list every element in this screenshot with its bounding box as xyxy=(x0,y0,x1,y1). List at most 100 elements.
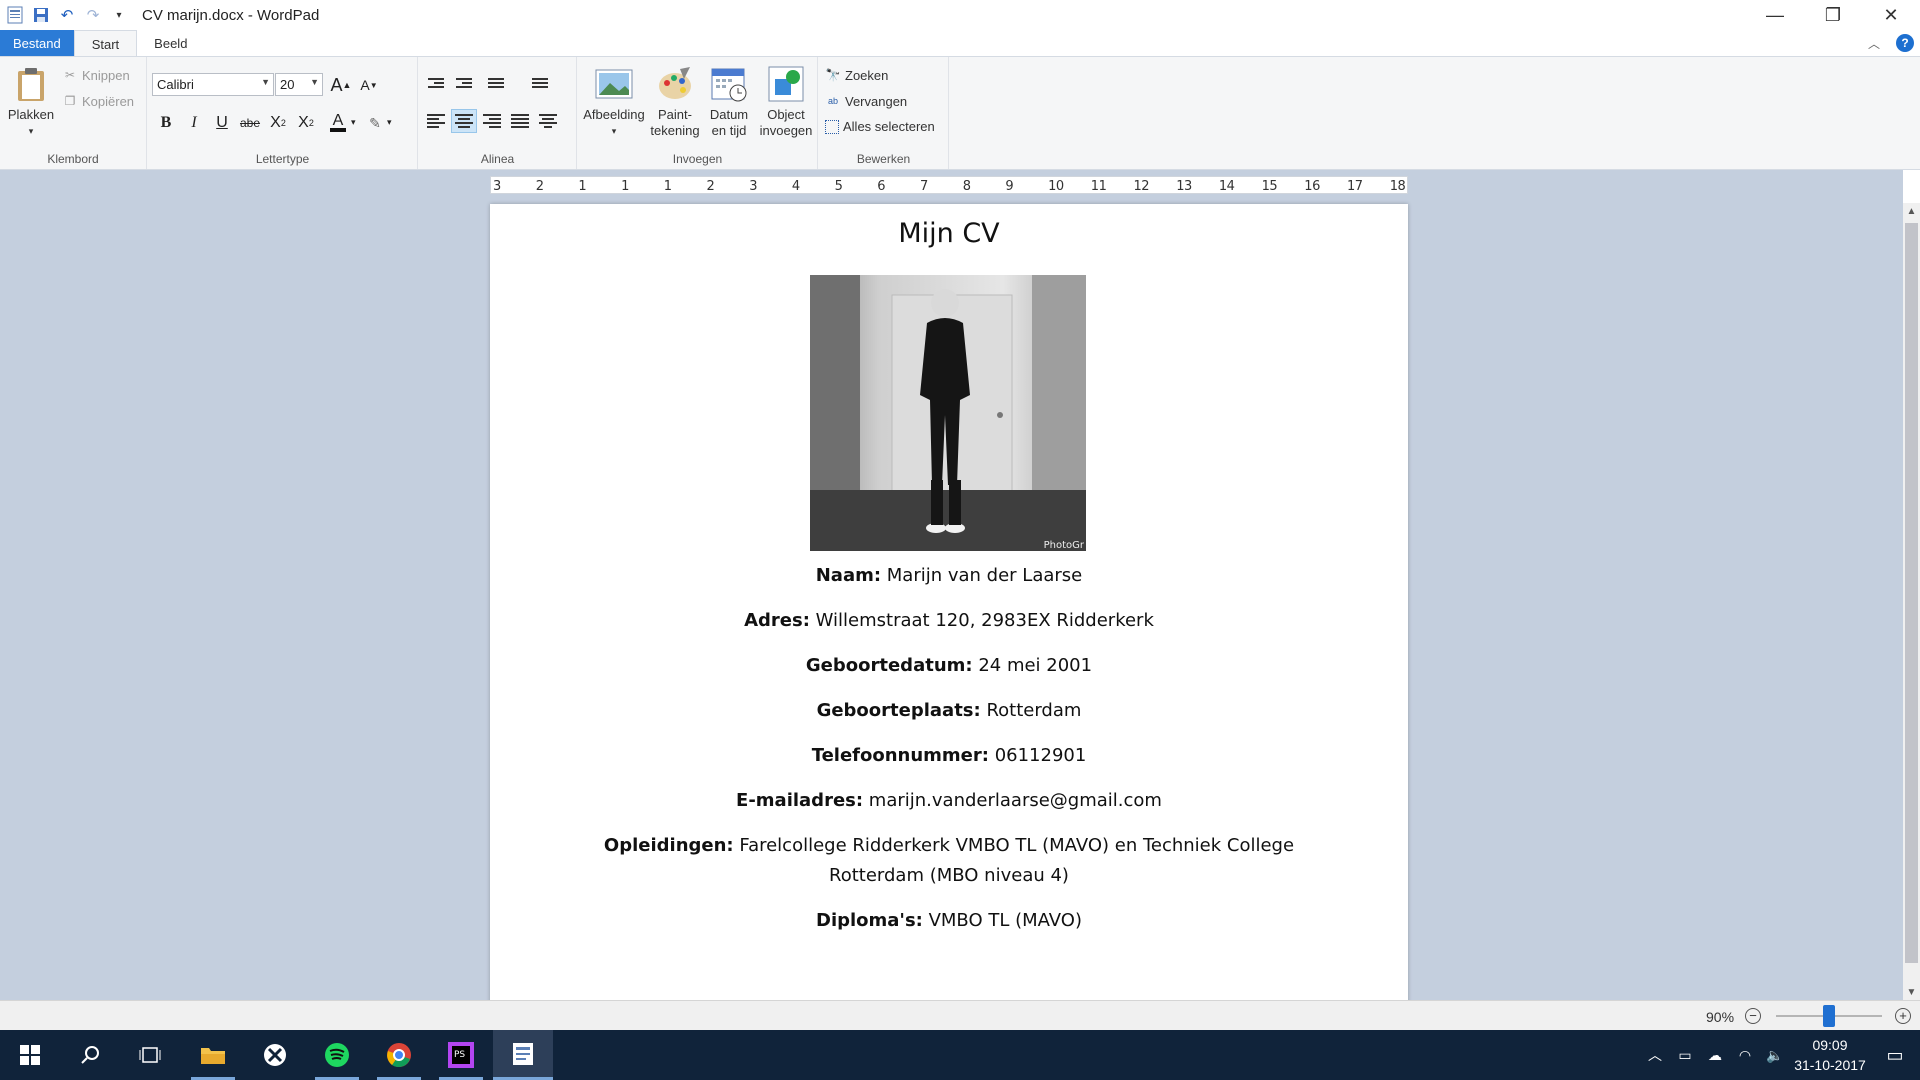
volume-icon[interactable]: 🔈 xyxy=(1760,1047,1790,1064)
increase-indent-icon[interactable] xyxy=(451,71,477,95)
ruler-tick-label: 12 xyxy=(1133,179,1150,194)
scrollbar-thumb[interactable] xyxy=(1905,223,1918,963)
task-view-button[interactable] xyxy=(120,1030,180,1080)
paste-dropdown-icon[interactable]: ▾ xyxy=(29,123,34,139)
select-all-button[interactable]: Alles selecteren xyxy=(825,119,935,134)
copy-button[interactable]: ❐ Kopiëren xyxy=(62,93,134,109)
chevron-up-icon[interactable]: ︿ xyxy=(1640,1045,1670,1065)
font-color-dropdown-icon[interactable]: ▾ xyxy=(351,117,356,128)
ruler-tick-label: 18 xyxy=(1389,179,1406,194)
font-color-icon[interactable]: A xyxy=(325,111,351,135)
ruler-tick-label: 15 xyxy=(1261,179,1278,194)
chevron-down-icon: ▼ xyxy=(310,77,319,87)
paint-drawing-button[interactable]: Paint- tekening xyxy=(648,65,702,139)
chrome-icon xyxy=(387,1043,411,1068)
status-bar: 90% − + xyxy=(0,1000,1920,1030)
minimize-ribbon-icon[interactable]: ︿ xyxy=(1868,35,1880,52)
field-email: E-mailadres: marijn.vanderlaarse@gmail.c… xyxy=(550,786,1348,816)
close-button[interactable]: ✕ xyxy=(1862,0,1920,30)
minimize-button[interactable]: — xyxy=(1746,0,1804,30)
tab-beeld[interactable]: Beeld xyxy=(137,30,204,57)
italic-icon[interactable]: I xyxy=(181,111,207,135)
search-button[interactable] xyxy=(60,1030,120,1080)
ruler-tick-label: 3 xyxy=(493,179,501,194)
underline-icon[interactable]: U xyxy=(209,111,235,135)
tab-start[interactable]: Start xyxy=(73,30,138,57)
subscript-icon[interactable]: X2 xyxy=(265,111,291,135)
phpstorm-button[interactable]: PS xyxy=(431,1030,491,1080)
system-tray: ︿ ▭ ☁ ◠ 🔈 09:09 31-10-2017 ▭ xyxy=(1640,1030,1920,1080)
decrease-indent-icon[interactable] xyxy=(423,71,449,95)
justify-icon[interactable] xyxy=(507,109,533,133)
chevron-down-icon: ▼ xyxy=(261,77,270,87)
start-button[interactable] xyxy=(0,1030,60,1080)
cloud-icon[interactable]: ☁ xyxy=(1700,1047,1730,1064)
align-right-icon[interactable] xyxy=(479,109,505,133)
field-value-continued: Rotterdam (MBO niveau 4) xyxy=(829,865,1069,886)
document-workspace[interactable]: 3 2 1 1 1 2 3 4 5 6 7 8 9 10 11 12 13 14 15 16 17 18 Mijn CV xyxy=(0,170,1903,1004)
field-label: Naam: xyxy=(815,565,882,586)
insert-object-button[interactable]: Object invoegen xyxy=(756,65,816,139)
paint-label-2: tekening xyxy=(650,123,700,138)
find-button[interactable]: 🔭 Zoeken xyxy=(825,67,889,83)
highlight-icon[interactable]: ✎ xyxy=(362,111,388,135)
group-paragraph: Alinea xyxy=(419,57,577,169)
superscript-icon[interactable]: X2 xyxy=(293,111,319,135)
battery-icon[interactable]: ▭ xyxy=(1670,1047,1700,1064)
wifi-icon[interactable]: ◠ xyxy=(1730,1047,1760,1064)
xbox-button[interactable] xyxy=(245,1030,305,1080)
wordpad-taskbar-button[interactable] xyxy=(493,1030,553,1080)
taskbar: PS ︿ ▭ ☁ ◠ 🔈 09:09 31-10-2017 ▭ xyxy=(0,1030,1920,1080)
zoom-out-icon[interactable]: − xyxy=(1745,1008,1761,1024)
undo-icon[interactable]: ↶ xyxy=(54,2,80,28)
notification-icon[interactable]: ▭ xyxy=(1870,1045,1920,1066)
cut-button[interactable]: ✂ Knippen xyxy=(62,67,130,83)
ruler-tick-label: 17 xyxy=(1347,179,1363,194)
grow-font-icon[interactable]: A ▲ xyxy=(328,73,354,97)
font-size-select[interactable]: 20 ▼ xyxy=(275,73,323,96)
shrink-font-icon[interactable]: A ▼ xyxy=(356,73,382,97)
redo-icon[interactable]: ↷ xyxy=(80,2,106,28)
document-page[interactable]: Mijn CV PhotoGr Naam: Marijn van der Laa… xyxy=(490,204,1408,1004)
strikethrough-icon[interactable]: abe xyxy=(237,111,263,135)
save-icon[interactable] xyxy=(28,2,54,28)
scroll-down-icon[interactable]: ▼ xyxy=(1903,984,1920,1001)
replace-button[interactable]: ab Vervangen xyxy=(825,93,907,109)
date-time-button[interactable]: Datum en tijd xyxy=(702,65,756,139)
ruler-tick-label: 7 xyxy=(920,179,928,194)
help-icon[interactable]: ? xyxy=(1896,34,1914,52)
clock[interactable]: 09:09 31-10-2017 xyxy=(1790,1035,1870,1075)
field-birthplace: Geboorteplaats: Rotterdam xyxy=(550,696,1348,726)
field-value: VMBO TL (MAVO) xyxy=(922,910,1082,931)
binoculars-icon: 🔭 xyxy=(825,68,841,82)
zoom-slider[interactable] xyxy=(1776,1005,1882,1027)
picture-dropdown-icon[interactable]: ▾ xyxy=(612,123,617,139)
align-center-icon[interactable] xyxy=(451,109,477,133)
restore-button[interactable]: ❐ xyxy=(1804,0,1862,30)
group-label-insert: Invoegen xyxy=(672,152,723,166)
chrome-button[interactable] xyxy=(369,1030,429,1080)
wordpad-app-icon[interactable] xyxy=(2,2,28,28)
zoom-slider-thumb[interactable] xyxy=(1823,1005,1835,1027)
customize-quick-access-icon[interactable]: ▾ xyxy=(106,2,132,28)
ruler[interactable]: 3 2 1 1 1 2 3 4 5 6 7 8 9 10 11 12 13 14 15 16 17 18 xyxy=(490,176,1408,194)
line-spacing-icon[interactable] xyxy=(523,71,557,95)
ruler-tick-label: 9 xyxy=(1005,179,1014,194)
search-icon xyxy=(81,1046,99,1064)
paragraph-settings-icon[interactable] xyxy=(535,109,561,133)
group-label-clipboard: Klembord xyxy=(47,152,99,166)
paste-button[interactable]: Plakken ▾ xyxy=(8,65,54,139)
zoom-in-icon[interactable]: + xyxy=(1895,1008,1911,1024)
file-explorer-button[interactable] xyxy=(183,1030,243,1080)
insert-picture-button[interactable]: Afbeelding ▾ xyxy=(580,65,648,139)
field-value: 06112901 xyxy=(988,745,1087,766)
align-left-icon[interactable] xyxy=(423,109,449,133)
scroll-up-icon[interactable]: ▲ xyxy=(1903,203,1920,220)
bullet-list-icon[interactable] xyxy=(479,71,513,95)
bold-icon[interactable]: B xyxy=(153,111,179,135)
font-family-select[interactable]: Calibri ▼ xyxy=(152,73,274,96)
vertical-scrollbar[interactable]: ▲ ▼ xyxy=(1903,203,1920,1001)
spotify-button[interactable] xyxy=(307,1030,367,1080)
tab-bestand[interactable]: Bestand xyxy=(0,30,74,57)
highlight-dropdown-icon[interactable]: ▾ xyxy=(387,117,392,128)
